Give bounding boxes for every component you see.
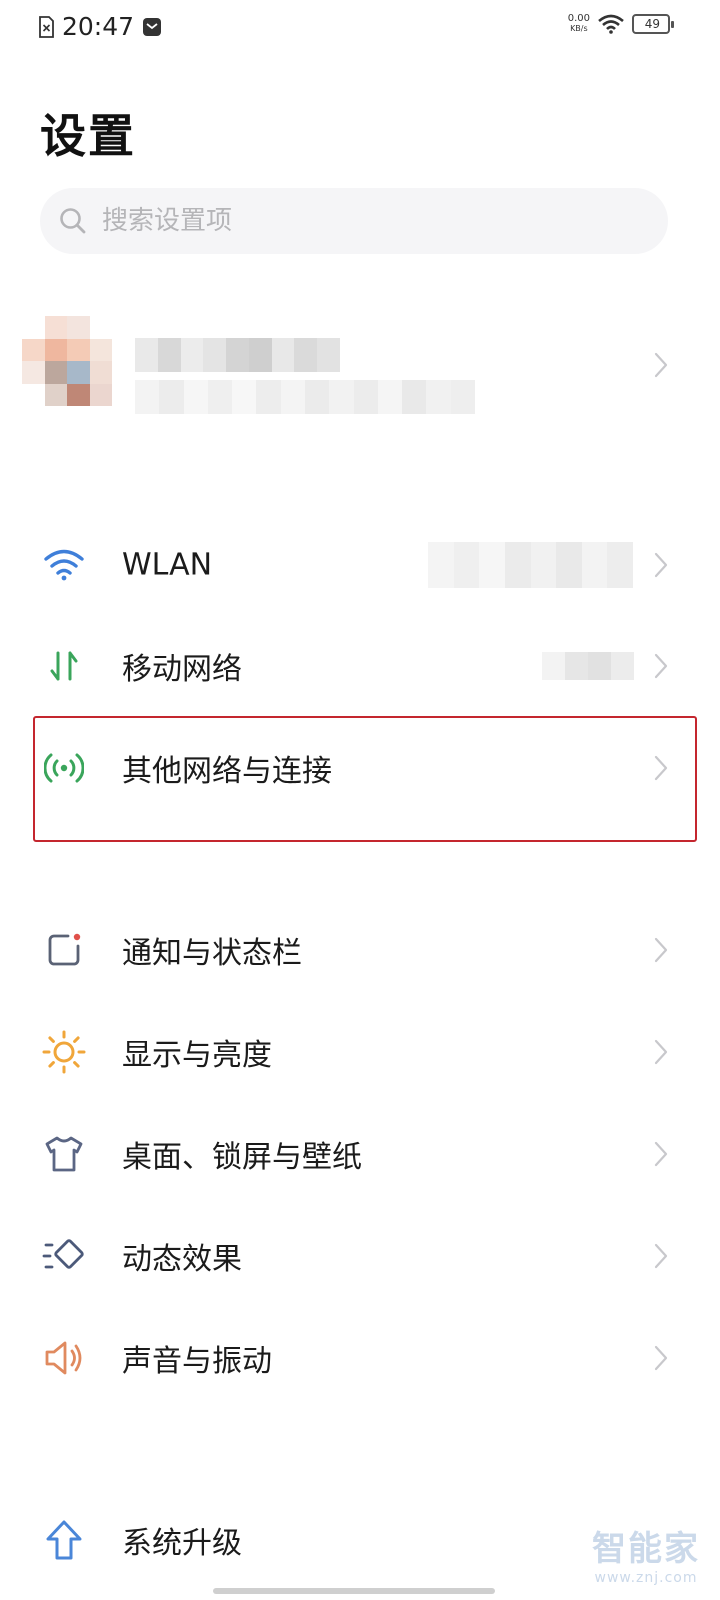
account-name-obscured bbox=[135, 338, 341, 372]
status-bar-left: 20:47 bbox=[38, 12, 162, 41]
chevron-right-icon bbox=[654, 1141, 668, 1167]
status-bar: 20:47 0.00 KB/s 49 bbox=[0, 0, 720, 56]
chevron-right-icon bbox=[654, 552, 668, 578]
mobile-network-value-obscured bbox=[542, 652, 634, 680]
chevron-right-icon bbox=[654, 1243, 668, 1269]
avatar bbox=[22, 316, 112, 406]
wifi-status-icon bbox=[598, 14, 624, 34]
net-speed-value: 0.00 bbox=[567, 13, 590, 24]
chevron-right-icon bbox=[654, 937, 668, 963]
home-indicator[interactable] bbox=[213, 1588, 495, 1594]
account-row[interactable] bbox=[0, 310, 720, 420]
settings-item-mobile-network[interactable]: 移动网络 bbox=[0, 616, 720, 716]
chevron-right-icon bbox=[654, 1345, 668, 1371]
sun-brightness-icon bbox=[40, 1028, 88, 1076]
animation-label: 动态效果 bbox=[122, 1242, 242, 1277]
notification-message-icon bbox=[143, 17, 162, 36]
mobile-network-label: 移动网络 bbox=[122, 652, 242, 687]
chevron-right-icon bbox=[654, 755, 668, 781]
wlan-network-name-obscured bbox=[428, 542, 633, 588]
wlan-label: WLAN bbox=[122, 547, 213, 583]
broadcast-signal-icon bbox=[40, 744, 88, 792]
settings-item-other-networks[interactable]: 其他网络与连接 bbox=[0, 718, 720, 818]
notifications-label: 通知与状态栏 bbox=[122, 936, 302, 971]
watermark-url: www.znj.com bbox=[594, 1570, 698, 1586]
upgrade-arrow-icon bbox=[40, 1516, 88, 1564]
display-label: 显示与亮度 bbox=[122, 1038, 272, 1073]
watermark-title: 智能家 bbox=[592, 1529, 700, 1569]
desktop-label: 桌面、锁屏与壁纸 bbox=[122, 1140, 362, 1175]
settings-item-sound[interactable]: 声音与振动 bbox=[0, 1308, 720, 1408]
settings-item-wlan[interactable]: WLAN bbox=[0, 515, 720, 615]
chevron-right-icon bbox=[654, 1039, 668, 1065]
system-update-label: 系统升级 bbox=[122, 1526, 242, 1561]
settings-item-notifications[interactable]: 通知与状态栏 bbox=[0, 900, 720, 1000]
chevron-right-icon bbox=[654, 352, 668, 378]
net-speed-unit: KB/s bbox=[570, 24, 588, 33]
net-speed: 0.00 KB/s bbox=[568, 14, 590, 34]
search-bar[interactable] bbox=[40, 188, 668, 254]
notification-icon bbox=[40, 926, 88, 974]
sim-absent-icon bbox=[39, 15, 54, 38]
sound-label: 声音与振动 bbox=[122, 1344, 272, 1379]
chevron-right-icon bbox=[654, 653, 668, 679]
account-detail-obscured bbox=[135, 380, 475, 414]
page-title: 设置 bbox=[40, 109, 136, 163]
status-time: 20:47 bbox=[62, 12, 135, 41]
wifi-icon bbox=[40, 541, 88, 589]
settings-item-desktop[interactable]: 桌面、锁屏与壁纸 bbox=[0, 1104, 720, 1204]
status-bar-right: 0.00 KB/s 49 bbox=[568, 14, 674, 34]
watermark: 智能家 www.znj.com bbox=[592, 1521, 700, 1586]
search-input[interactable] bbox=[102, 206, 622, 236]
settings-item-animation[interactable]: 动态效果 bbox=[0, 1206, 720, 1306]
search-icon bbox=[60, 208, 86, 234]
tshirt-icon bbox=[40, 1130, 88, 1178]
speaker-icon bbox=[40, 1334, 88, 1382]
mobile-data-icon bbox=[40, 642, 88, 690]
motion-effect-icon bbox=[40, 1232, 88, 1280]
battery-indicator: 49 bbox=[632, 14, 674, 34]
other-networks-label: 其他网络与连接 bbox=[122, 754, 332, 789]
settings-item-display[interactable]: 显示与亮度 bbox=[0, 1002, 720, 1102]
